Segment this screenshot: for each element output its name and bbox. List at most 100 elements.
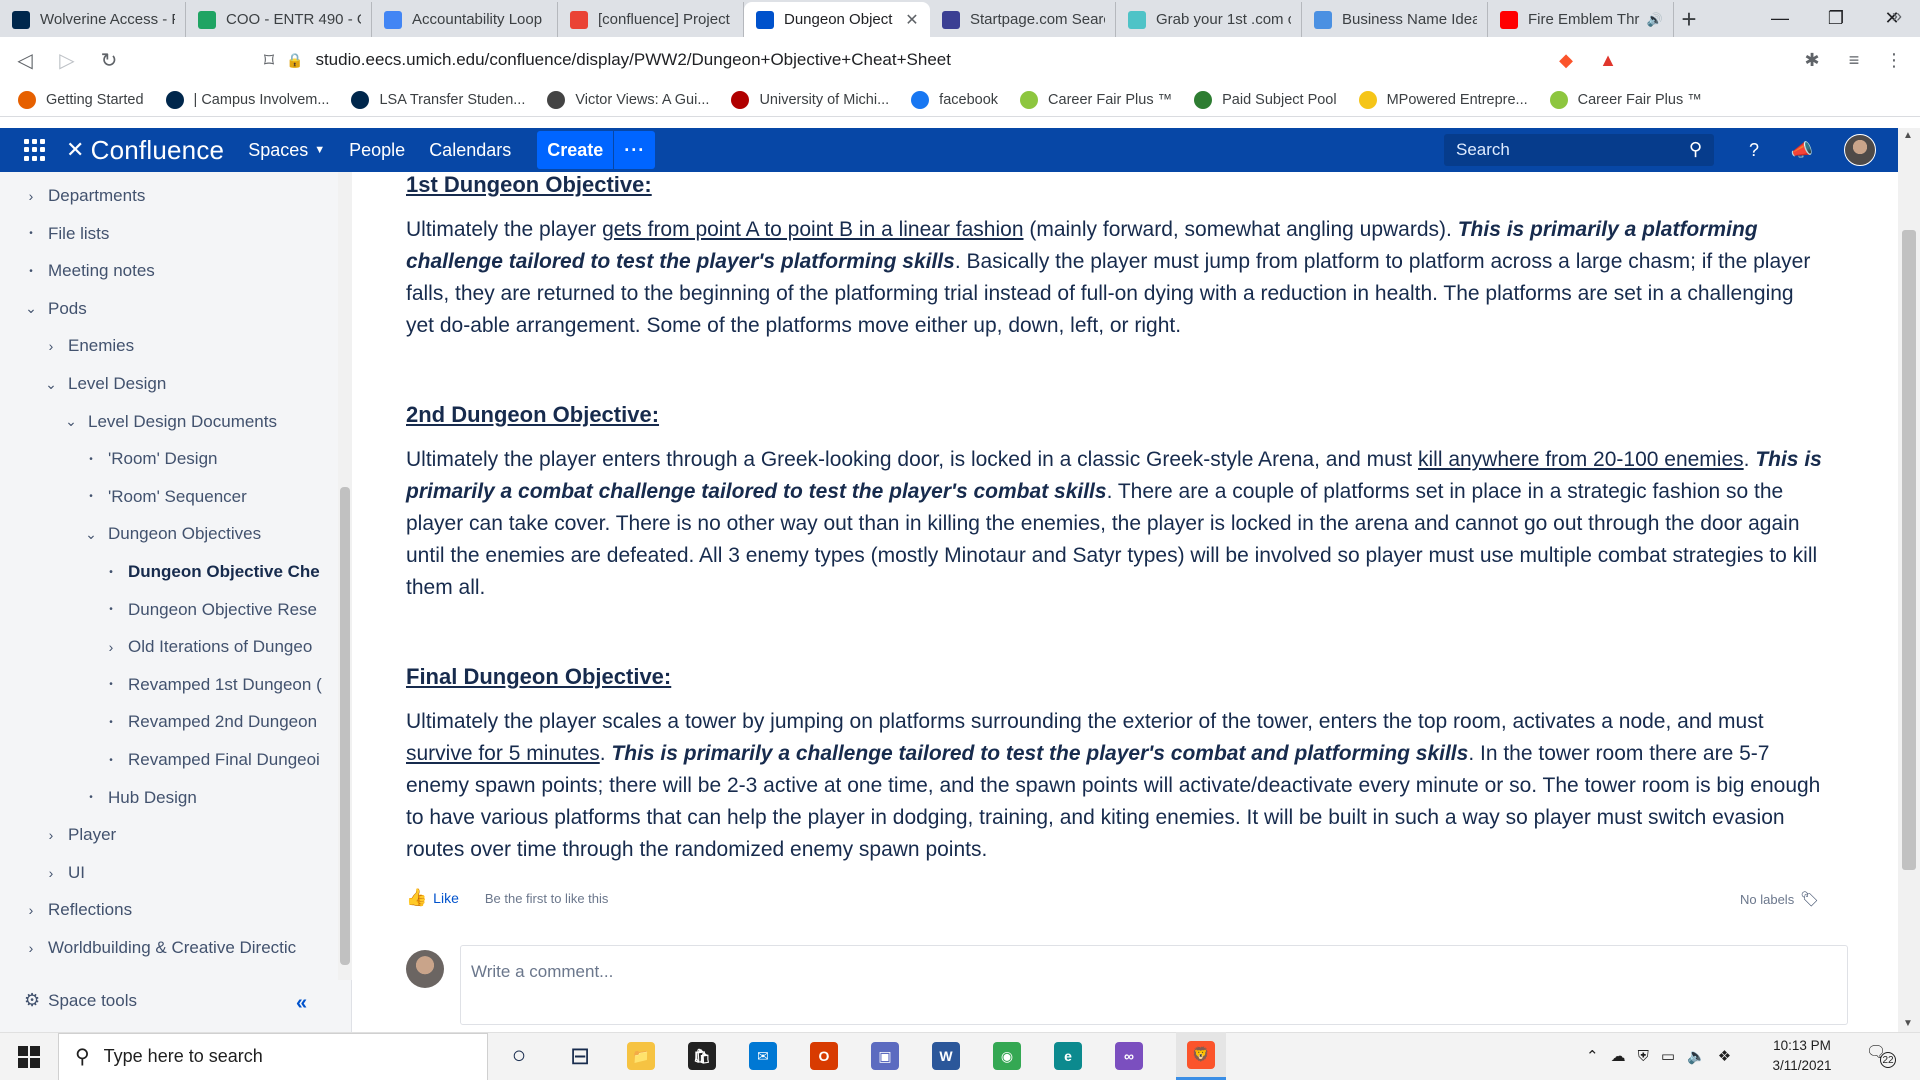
bookmark-item[interactable]: Career Fair Plus ™ — [1020, 90, 1172, 109]
mail-icon[interactable]: ✉ — [738, 1032, 788, 1080]
calendars-link[interactable]: Calendars — [429, 140, 511, 161]
bookmarks-overflow-icon[interactable]: » — [1892, 6, 1902, 27]
extensions-puzzle-icon[interactable]: ✱ — [1800, 48, 1824, 72]
chrome-icon[interactable]: ◉ — [982, 1032, 1032, 1080]
sidebar-tree-item[interactable]: • Revamped 2nd Dungeon — [104, 707, 334, 737]
sidebar-tree-item[interactable]: • 'Room' Sequencer — [84, 482, 334, 512]
scroll-up-icon[interactable]: ▲ — [1903, 130, 1913, 141]
new-tab-button[interactable]: + — [1674, 2, 1704, 37]
create-more-button[interactable]: ··· — [613, 131, 656, 169]
browser-tab[interactable]: Accountability Loop — [372, 2, 558, 37]
browser-tab[interactable]: Grab your 1st .com c — [1116, 2, 1302, 37]
chevron-up-icon[interactable]: ⌃ — [1586, 1047, 1599, 1065]
confluence-logo[interactable]: ✕ Confluence — [66, 135, 224, 166]
app-switcher-icon[interactable] — [24, 139, 46, 161]
tab-audio-icon[interactable]: 🔊 — [1647, 12, 1663, 28]
sidebar-tree-item[interactable]: • File lists — [24, 219, 334, 249]
sidebar-scrollbar[interactable] — [338, 172, 352, 980]
taskbar-search-input[interactable]: ⚲ Type here to search — [58, 1032, 488, 1080]
sidebar-tree-item[interactable]: › Reflections — [24, 895, 334, 925]
chevron-down-icon[interactable]: ⌄ — [44, 376, 58, 393]
system-clock[interactable]: 10:13 PM 3/11/2021 — [1762, 1036, 1842, 1076]
sidebar-tree-item[interactable]: • Revamped 1st Dungeon ( — [104, 670, 334, 700]
page-scrollbar[interactable]: ▲ ▼ — [1898, 128, 1920, 1032]
chevron-right-icon[interactable]: › — [24, 940, 38, 956]
browser-menu-icon[interactable]: ⋮ — [1882, 48, 1906, 72]
sidebar-scrollbar-thumb[interactable] — [340, 487, 350, 965]
people-link[interactable]: People — [349, 140, 405, 161]
scroll-down-icon[interactable]: ▼ — [1903, 1018, 1913, 1029]
chevron-right-icon[interactable]: › — [44, 865, 58, 881]
comment-input[interactable]: Write a comment... — [460, 945, 1848, 1025]
bookmark-item[interactable]: facebook — [911, 90, 998, 109]
sidebar-tree-item[interactable]: • Dungeon Objective Che — [104, 557, 334, 587]
browser-tab[interactable]: Wolverine Access - F — [0, 2, 186, 37]
sidebar-tree-item[interactable]: › Player — [44, 820, 334, 850]
reload-icon[interactable]: ↻ — [92, 43, 126, 77]
chevron-right-icon[interactable]: › — [44, 827, 58, 843]
bookmark-item[interactable]: University of Michi... — [731, 90, 889, 109]
back-icon[interactable]: ◁ — [8, 43, 42, 77]
minimize-window-button[interactable]: — — [1752, 0, 1808, 37]
create-button[interactable]: Create — [537, 131, 614, 169]
forward-icon[interactable]: ▷ — [50, 43, 84, 77]
sidebar-tree-item[interactable]: › UI — [44, 858, 334, 888]
onedrive-icon[interactable]: ☁ — [1611, 1047, 1626, 1065]
word-icon[interactable]: W — [921, 1032, 971, 1080]
bookmark-item[interactable]: MPowered Entrepre... — [1358, 90, 1528, 109]
sidebar-tree-item[interactable]: ⌄ Level Design Documents — [64, 407, 334, 437]
media-queue-icon[interactable]: ≡ — [1842, 48, 1866, 72]
sidebar-tree-item[interactable]: • 'Room' Design — [84, 444, 334, 474]
store-icon[interactable]: 🛍 — [677, 1032, 727, 1080]
brave-rewards-icon[interactable]: ▲ — [1596, 48, 1620, 72]
file-explorer-icon[interactable]: 📁 — [616, 1032, 666, 1080]
dropbox-icon[interactable]: ❖ — [1718, 1047, 1731, 1065]
help-icon[interactable]: ? — [1742, 138, 1766, 162]
bookmark-item[interactable]: LSA Transfer Studen... — [351, 90, 525, 109]
chevron-down-icon[interactable]: ⌄ — [24, 300, 38, 317]
avatar[interactable] — [1844, 134, 1876, 166]
page-scrollbar-thumb[interactable] — [1902, 230, 1916, 870]
sidebar-tree-item[interactable]: › Enemies — [44, 331, 334, 361]
browser-tab[interactable]: [confluence] Project — [558, 2, 744, 37]
bookmark-page-icon[interactable]: ⌑ — [252, 43, 286, 77]
visual-studio-icon[interactable]: ∞ — [1104, 1032, 1154, 1080]
sidebar-tree-item[interactable]: • Dungeon Objective Rese — [104, 595, 334, 625]
close-tab-icon[interactable]: ✕ — [904, 10, 920, 30]
chevron-down-icon[interactable]: ⌄ — [64, 413, 78, 430]
bookmark-item[interactable]: Victor Views: A Gui... — [547, 90, 709, 109]
browser-tab[interactable]: Fire Emblem Thr 🔊 — [1488, 2, 1674, 37]
thumbs-up-icon[interactable]: 👍 — [406, 888, 427, 908]
sidebar-tree-item[interactable]: • Meeting notes — [24, 256, 334, 286]
security-icon[interactable]: ⛨ — [1638, 1048, 1649, 1065]
notification-center-icon[interactable]: 🗨 22 — [1866, 1042, 1896, 1068]
chevron-right-icon[interactable]: › — [24, 902, 38, 918]
collapse-sidebar-button[interactable]: « — [296, 992, 307, 1015]
brave-icon[interactable]: 🦁 — [1176, 1032, 1226, 1080]
media-app-icon[interactable]: ▣ — [860, 1032, 910, 1080]
browser-tab[interactable]: Dungeon Object ✕ — [744, 2, 930, 37]
search-input[interactable]: Search ⚲ — [1444, 134, 1714, 166]
tag-icon[interactable]: 🏷 — [1800, 890, 1819, 908]
sidebar-tree-item[interactable]: • Revamped Final Dungeoi — [104, 745, 334, 775]
bookmark-item[interactable]: | Campus Involvem... — [165, 90, 329, 109]
office-icon[interactable]: O — [799, 1032, 849, 1080]
notifications-icon[interactable]: 📣 — [1790, 138, 1814, 162]
space-tools-button[interactable]: ⚙ Space tools — [24, 990, 137, 1011]
browser-tab[interactable]: Startpage.com Searc — [930, 2, 1116, 37]
browser-tab[interactable]: COO - ENTR 490 - G — [186, 2, 372, 37]
bookmark-item[interactable]: Getting Started — [18, 90, 144, 109]
chevron-right-icon[interactable]: › — [24, 188, 38, 204]
battery-icon[interactable]: ▭ — [1661, 1047, 1675, 1065]
browser-tab[interactable]: Business Name Ideas — [1302, 2, 1488, 37]
maximize-window-button[interactable]: ❐ — [1808, 0, 1864, 37]
sidebar-tree-item[interactable]: ⌄ Dungeon Objectives — [84, 519, 334, 549]
sidebar-tree-item[interactable]: ⌄ Pods — [24, 294, 334, 324]
bookmark-item[interactable]: Paid Subject Pool — [1194, 90, 1337, 109]
address-bar[interactable]: 🔒 studio.eecs.umich.edu/confluence/displ… — [286, 43, 1580, 77]
spaces-menu[interactable]: Spaces ▼ — [248, 140, 325, 161]
sidebar-tree-item[interactable]: › Old Iterations of Dungeo — [104, 632, 334, 662]
brave-shields-icon[interactable]: ◆ — [1554, 48, 1578, 72]
like-link[interactable]: Like — [433, 890, 459, 906]
cortana-icon[interactable]: ○ — [494, 1032, 544, 1080]
